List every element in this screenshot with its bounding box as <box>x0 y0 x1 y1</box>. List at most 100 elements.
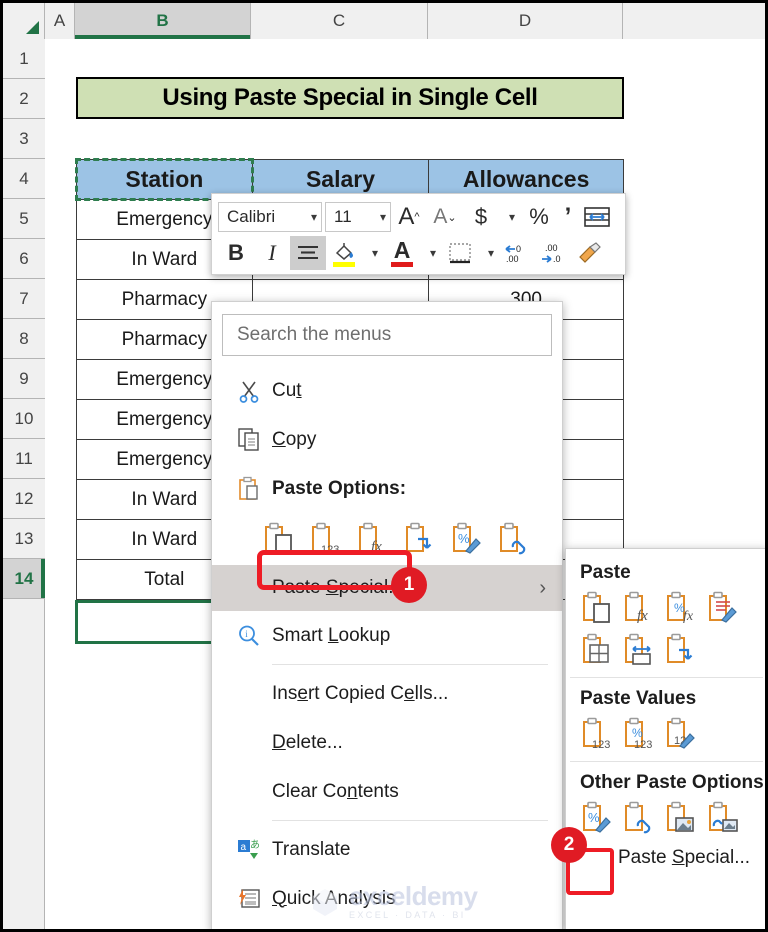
submenu-divider <box>570 761 763 762</box>
chevron-down-icon: ▾ <box>379 210 386 224</box>
center-align-icon[interactable] <box>290 236 326 270</box>
paste-options-icon <box>226 476 272 502</box>
format-painter-icon[interactable] <box>572 236 608 270</box>
column-header-e[interactable] <box>623 3 765 39</box>
paste-formatting-icon[interactable]: % <box>578 800 614 836</box>
menu-item-copy[interactable]: Copy <box>212 415 562 464</box>
paste-special-submenu[interactable]: Paste fx% fx Paste Values 123% 123 12 Other… <box>565 548 765 929</box>
menu-item-filter[interactable]: Filter › <box>212 923 562 929</box>
increase-decimal-icon[interactable]: .00 .0 <box>536 236 572 270</box>
submenu-group-paste-values-icons: 123% 123 12 <box>566 714 765 756</box>
paste-linked-picture-icon[interactable] <box>704 800 740 836</box>
row-header-11[interactable]: 11 <box>3 439 45 479</box>
accounting-number-format-icon[interactable]: $ <box>463 200 499 234</box>
chevron-down-icon: ▾ <box>310 210 317 224</box>
row-header-8[interactable]: 8 <box>3 319 45 359</box>
menu-item-clear-contents[interactable]: Clear Contents <box>212 767 562 816</box>
svg-text:123: 123 <box>634 739 652 751</box>
submenu-group-other-paste-options-icons: % <box>566 798 765 840</box>
row-header-6[interactable]: 6 <box>3 239 45 279</box>
callout-badge-1: 1 <box>391 567 427 603</box>
mini-toolbar[interactable]: Calibri ▾ 11 ▾ A ^ A ⌄ $ ▾ % ’ B I ▾ A ▾… <box>211 193 626 275</box>
row-header-5[interactable]: 5 <box>3 199 45 239</box>
paste-picture-icon[interactable] <box>662 800 698 836</box>
copy-icon <box>226 427 272 452</box>
paste-values-source-formatting-icon[interactable]: 12 <box>662 716 698 752</box>
row-header-9[interactable]: 9 <box>3 359 45 399</box>
italic-icon[interactable]: I <box>254 236 290 270</box>
row-header-13[interactable]: 13 <box>3 519 45 559</box>
menu-divider <box>272 664 548 665</box>
chevron-down-icon[interactable]: ▾ <box>499 200 521 234</box>
paste-keep-column-widths-icon[interactable] <box>620 632 656 668</box>
column-header-d[interactable]: D <box>428 3 623 39</box>
decrease-decimal-icon[interactable]: 0 .00 <box>500 236 536 270</box>
paste-values-icon[interactable]: 123 <box>307 521 343 557</box>
submenu-group-paste-icons: fx% fx <box>566 588 765 672</box>
paste-formulas-number-formats-icon[interactable]: % fx <box>662 590 698 626</box>
callout-badge-2: 2 <box>551 827 587 863</box>
bold-icon[interactable]: B <box>218 236 254 270</box>
font-size-combo[interactable]: 11 ▾ <box>325 202 391 232</box>
paste-link-icon[interactable] <box>620 800 656 836</box>
shrink-font-icon[interactable]: A ⌄ <box>427 200 463 234</box>
svg-text:fx: fx <box>683 609 694 624</box>
row-header-7[interactable]: 7 <box>3 279 45 319</box>
chevron-down-icon[interactable]: ▾ <box>362 236 384 270</box>
borders-icon[interactable] <box>442 236 478 270</box>
column-header-b[interactable]: B <box>75 3 251 39</box>
paste-keep-source-formatting-icon[interactable] <box>704 590 740 626</box>
submenu-group-paste-title: Paste <box>580 562 631 583</box>
paste-transpose-icon[interactable] <box>401 521 437 557</box>
chevron-down-icon[interactable]: ▾ <box>420 236 442 270</box>
translate-icon: a あ <box>226 838 272 862</box>
paste-formulas-icon[interactable]: fx <box>354 521 390 557</box>
row-header-10[interactable]: 10 <box>3 399 45 439</box>
paste-link-icon[interactable] <box>495 521 531 557</box>
row-header-1[interactable]: 1 <box>3 39 45 79</box>
paste-values-number-formats-icon[interactable]: % 123 <box>620 716 656 752</box>
svg-text:%: % <box>588 810 600 825</box>
row-header-14[interactable]: 14 <box>3 559 45 599</box>
context-menu[interactable]: Search the menus Cut Copy Paste Options:… <box>211 301 563 929</box>
paste-no-borders-icon[interactable] <box>578 632 614 668</box>
menu-item-insert-copied-cells[interactable]: Insert Copied Cells... <box>212 669 562 718</box>
menu-item-translate[interactable]: a あ Translate <box>212 825 562 874</box>
fill-color-icon[interactable] <box>326 236 362 270</box>
row-header-4[interactable]: 4 <box>3 159 45 199</box>
grow-font-icon[interactable]: A ^ <box>391 200 427 234</box>
watermark-tagline: EXCEL · DATA · BI <box>349 910 466 920</box>
menu-item-smart-lookup-label: Smart Lookup <box>272 624 391 646</box>
menu-item-delete[interactable]: Delete... <box>212 718 562 767</box>
row-header-2[interactable]: 2 <box>3 79 45 119</box>
paste-transpose-icon[interactable] <box>662 632 698 668</box>
svg-text:あ: あ <box>250 839 260 851</box>
chevron-down-icon[interactable]: ▾ <box>478 236 500 270</box>
column-header-c[interactable]: C <box>251 3 428 39</box>
merge-and-center-icon[interactable] <box>579 200 615 234</box>
paste-formatting-icon[interactable]: % <box>448 521 484 557</box>
row-header-3[interactable]: 3 <box>3 119 45 159</box>
menu-item-smart-lookup[interactable]: i Smart Lookup <box>212 611 562 660</box>
scissors-icon <box>226 379 272 403</box>
menu-item-paste-special[interactable]: Paste Special... › <box>212 565 562 611</box>
paste-all-icon[interactable] <box>578 590 614 626</box>
svg-text:%: % <box>632 726 643 740</box>
percent-style-icon[interactable]: % <box>521 200 557 234</box>
column-header-a[interactable]: A <box>45 3 75 39</box>
submenu-paste-special-item[interactable]: Paste Special... <box>566 840 765 869</box>
menu-item-delete-label: Delete... <box>272 731 343 753</box>
title-cell[interactable]: Using Paste Special in Single Cell <box>76 77 624 119</box>
row-header-12[interactable]: 12 <box>3 479 45 519</box>
paste-keep-source-icon[interactable] <box>260 521 296 557</box>
submenu-group-paste-values-title: Paste Values <box>580 688 697 709</box>
select-all-corner[interactable] <box>3 3 45 39</box>
menu-item-cut[interactable]: Cut <box>212 366 562 415</box>
paste-values-icon[interactable]: 123 <box>578 716 614 752</box>
font-color-icon[interactable]: A <box>384 236 420 270</box>
search-menus-field[interactable]: Search the menus <box>222 314 552 356</box>
svg-text:.00: .00 <box>545 243 558 253</box>
paste-formulas-icon[interactable]: fx <box>620 590 656 626</box>
comma-style-icon[interactable]: ’ <box>557 200 579 234</box>
font-name-combo[interactable]: Calibri ▾ <box>218 202 322 232</box>
